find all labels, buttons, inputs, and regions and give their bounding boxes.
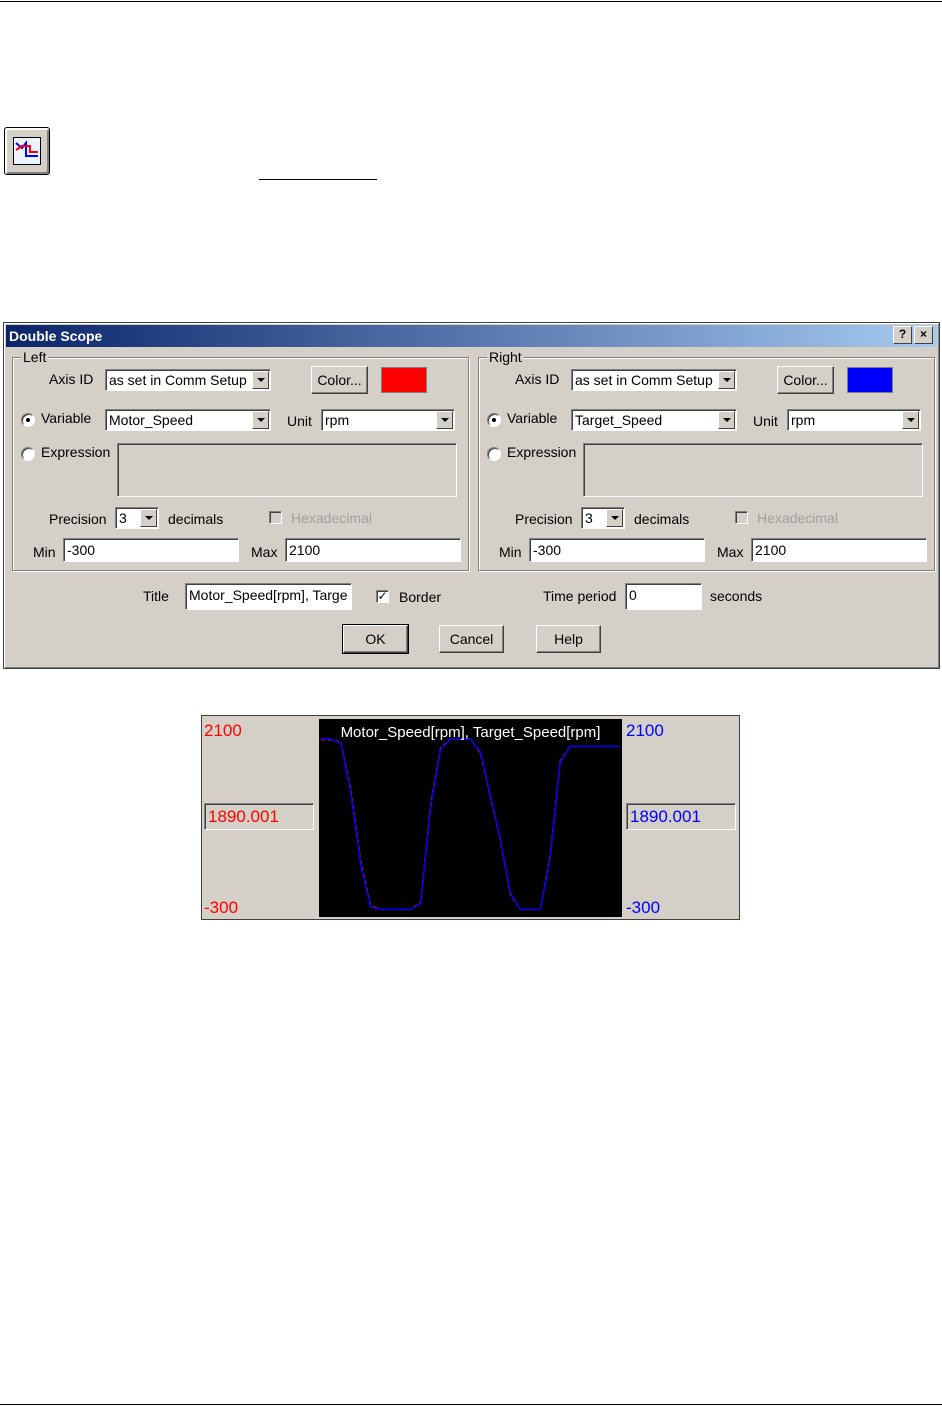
left-hexadecimal-label: Hexadecimal — [291, 510, 372, 526]
right-hexadecimal-checkbox[interactable] — [735, 511, 748, 524]
ok-button[interactable]: OK — [342, 624, 409, 654]
right-color-swatch[interactable] — [847, 367, 893, 393]
left-variable-select[interactable]: Motor_Speed — [105, 409, 271, 431]
right-axis-max: 2100 — [626, 721, 664, 740]
border-label: Border — [399, 589, 442, 605]
left-axis-min: -300 — [204, 898, 239, 917]
right-max-field[interactable]: 2100 — [751, 538, 927, 562]
scope-title: Motor_Speed[rpm], Target_Speed[rpm] — [340, 724, 601, 741]
chevron-down-icon[interactable] — [718, 371, 735, 389]
right-hexadecimal-label: Hexadecimal — [757, 510, 838, 526]
chevron-down-icon[interactable] — [902, 411, 919, 429]
top-rule — [0, 1, 942, 2]
time-period-field[interactable]: 0 — [625, 583, 702, 610]
scope-toolbar-icon — [4, 127, 50, 175]
left-axis-max: 2100 — [204, 721, 242, 740]
left-unit-label: Unit — [287, 413, 312, 429]
chevron-down-icon[interactable] — [606, 509, 623, 527]
left-precision-label: Precision — [49, 511, 107, 527]
left-unit-value: rpm — [325, 412, 350, 428]
help-button[interactable]: Help — [536, 625, 601, 653]
right-unit-value: rpm — [791, 412, 816, 428]
dialog-title: Double Scope — [9, 328, 103, 344]
cancel-button[interactable]: Cancel — [439, 625, 504, 653]
left-precision-select[interactable]: 3 — [115, 507, 159, 529]
seconds-label: seconds — [710, 588, 763, 604]
right-group: Right Axis ID as set in Comm Setup Color… — [478, 349, 935, 571]
right-current-value: 1890.001 — [626, 803, 736, 830]
right-axis-id-value: as set in Comm Setup — [575, 372, 713, 388]
right-axis-id-label: Axis ID — [515, 371, 560, 387]
left-decimals-label: decimals — [168, 511, 224, 527]
time-period-label: Time period — [543, 588, 617, 604]
left-axis-id-select[interactable]: as set in Comm Setup — [105, 369, 271, 391]
right-expression-field[interactable] — [583, 443, 923, 497]
scope-plot: Motor_Speed[rpm], Target_Speed[rpm] — [319, 719, 622, 917]
bottom-rule — [0, 1404, 942, 1405]
right-unit-select[interactable]: rpm — [787, 409, 921, 431]
right-color-button[interactable]: Color... — [777, 366, 834, 394]
right-expression-label: Expression — [507, 444, 577, 460]
left-group: Left Axis ID as set in Comm Setup Color.… — [12, 349, 469, 571]
chevron-down-icon[interactable] — [140, 509, 157, 527]
left-expression-field[interactable] — [117, 443, 457, 497]
title-label: Title — [143, 588, 169, 604]
left-min-label: Min — [33, 544, 56, 560]
left-unit-select[interactable]: rpm — [321, 409, 455, 431]
series-line-target-speed-rpm — [321, 738, 620, 911]
right-axis-id-select[interactable]: as set in Comm Setup — [571, 369, 737, 391]
scope-plot-svg — [321, 738, 620, 911]
right-max-label: Max — [717, 544, 744, 560]
left-axis-id-value: as set in Comm Setup — [109, 372, 247, 388]
double-scope-dialog: Double Scope ? × Left Axis ID as set in … — [3, 322, 940, 669]
help-icon[interactable]: ? — [893, 326, 912, 344]
right-variable-label: Variable — [507, 410, 558, 426]
left-expression-label: Expression — [41, 444, 111, 460]
left-color-button[interactable]: Color... — [311, 366, 368, 394]
chevron-down-icon[interactable] — [252, 411, 269, 429]
border-checkbox[interactable]: ✓ — [376, 590, 389, 603]
left-expression-radio[interactable] — [21, 447, 35, 461]
left-variable-radio[interactable] — [21, 413, 35, 427]
chevron-down-icon[interactable] — [252, 371, 269, 389]
left-group-label: Left — [21, 349, 49, 365]
left-min-field[interactable]: -300 — [63, 538, 239, 562]
right-variable-radio[interactable] — [487, 413, 501, 427]
right-variable-select[interactable]: Target_Speed — [571, 409, 737, 431]
right-group-label: Right — [487, 349, 524, 365]
left-variable-value: Motor_Speed — [109, 412, 194, 428]
left-precision-value: 3 — [119, 510, 127, 526]
right-decimals-label: decimals — [634, 511, 690, 527]
right-min-field[interactable]: -300 — [529, 538, 705, 562]
left-axis-id-label: Axis ID — [49, 371, 94, 387]
left-current-value: 1890.001 — [204, 803, 314, 830]
left-variable-label: Variable — [41, 410, 92, 426]
chevron-down-icon[interactable] — [436, 411, 453, 429]
right-precision-label: Precision — [515, 511, 573, 527]
dialog-titlebar: Double Scope — [6, 325, 937, 347]
right-precision-value: 3 — [585, 510, 593, 526]
right-unit-label: Unit — [753, 413, 778, 429]
left-max-field[interactable]: 2100 — [285, 538, 461, 562]
right-min-label: Min — [499, 544, 522, 560]
right-variable-value: Target_Speed — [575, 412, 663, 428]
double-scope-panel: 2100 1890.001 -300 Motor_Speed[rpm], Tar… — [201, 715, 740, 920]
right-precision-select[interactable]: 3 — [581, 507, 625, 529]
link-underline — [259, 179, 377, 180]
left-color-swatch[interactable] — [381, 367, 427, 393]
chevron-down-icon[interactable] — [718, 411, 735, 429]
left-hexadecimal-checkbox[interactable] — [269, 511, 282, 524]
title-field[interactable]: Motor_Speed[rpm], Targe — [185, 583, 352, 610]
left-max-label: Max — [251, 544, 278, 560]
right-axis-min: -300 — [626, 898, 661, 917]
close-icon[interactable]: × — [914, 326, 933, 344]
right-expression-radio[interactable] — [487, 447, 501, 461]
